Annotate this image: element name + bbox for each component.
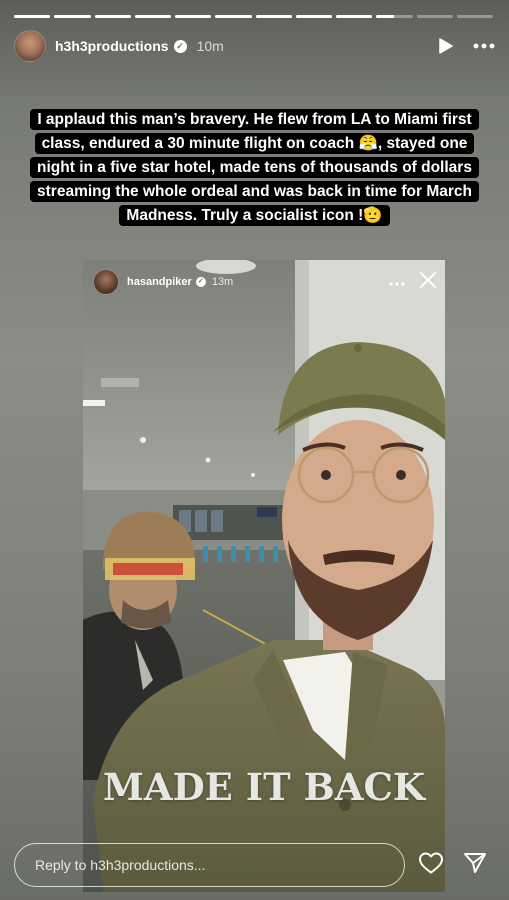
heart-icon[interactable] [418, 851, 444, 875]
verified-badge-icon: ✓ [173, 39, 187, 53]
close-icon[interactable] [419, 271, 437, 294]
progress-fill [134, 15, 171, 18]
story-overlay-text: MADE IT BACK [102, 765, 426, 809]
progress-segment [175, 15, 212, 18]
verified-badge-icon: ✓ [195, 277, 206, 287]
more-horizontal-icon[interactable] [389, 273, 405, 291]
progress-fill [215, 15, 252, 18]
progress-fill [336, 15, 373, 18]
progress-segment [215, 15, 252, 18]
progress-segment [54, 15, 91, 18]
send-icon[interactable] [463, 851, 487, 875]
reply-actions [418, 851, 487, 875]
progress-fill [14, 15, 51, 18]
avatar[interactable] [14, 30, 46, 62]
progress-segment [14, 15, 51, 18]
progress-fill [54, 15, 91, 18]
progress-fill [376, 15, 395, 18]
progress-fill [175, 15, 212, 18]
progress-segment [376, 15, 413, 18]
embedded-timestamp: 13m [211, 276, 234, 288]
header-actions [439, 38, 495, 54]
progress-fill [94, 15, 131, 18]
progress-segment [456, 15, 493, 18]
story-timestamp: 10m [196, 38, 224, 54]
reply-input[interactable]: Reply to h3h3productions... [14, 843, 405, 887]
reply-placeholder: Reply to h3h3productions... [35, 857, 206, 873]
progress-segment [295, 15, 332, 18]
embedded-username[interactable]: hasandpiker [127, 276, 192, 288]
story-username[interactable]: h3h3productions [55, 38, 169, 54]
progress-segment [416, 15, 453, 18]
embedded-story-header: hasandpiker ✓ 13m [93, 268, 437, 296]
story-progress-bar [14, 15, 493, 18]
embedded-actions [389, 271, 437, 294]
embedded-avatar[interactable] [93, 269, 119, 295]
embedded-story: hasandpiker ✓ 13m MADE IT BACK [83, 260, 445, 892]
progress-fill [255, 15, 292, 18]
story-header: h3h3productions ✓ 10m [14, 30, 495, 62]
story-caption: I applaud this man’s bravery. He flew fr… [24, 108, 485, 228]
play-icon[interactable] [439, 38, 453, 54]
more-horizontal-icon[interactable] [473, 43, 495, 49]
progress-segment [134, 15, 171, 18]
progress-segment [336, 15, 373, 18]
progress-segment [94, 15, 131, 18]
caption-text: I applaud this man’s bravery. He flew fr… [30, 109, 479, 226]
progress-fill [295, 15, 332, 18]
progress-segment [255, 15, 292, 18]
story-viewer: h3h3productions ✓ 10m I applaud this man… [0, 0, 509, 900]
